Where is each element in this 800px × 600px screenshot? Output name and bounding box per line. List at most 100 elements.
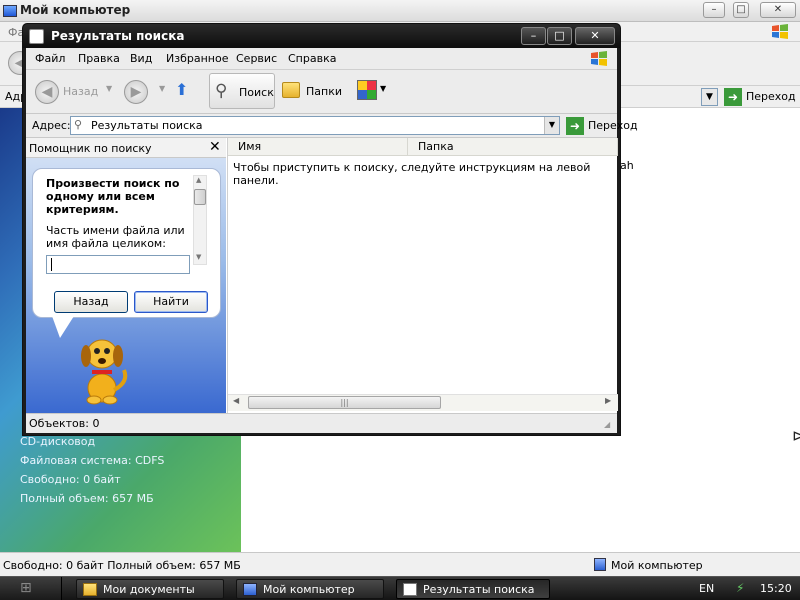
magnifier-icon: ⚲ <box>215 81 228 101</box>
window-title: Результаты поиска <box>51 29 185 43</box>
menu-tools[interactable]: Сервис <box>236 52 277 65</box>
maximize-button[interactable]: □ <box>547 27 572 45</box>
filename-input[interactable] <box>46 255 190 274</box>
address-bar: Адрес: ⚲ Результаты поиска ▼ ➜ Переход <box>26 114 638 138</box>
menu-help[interactable]: Справка <box>288 52 336 65</box>
address-dropdown-icon[interactable]: ▼ <box>544 117 559 134</box>
pane-title: Помощник по поиску <box>29 142 152 155</box>
bg-status-location: Мой компьютер <box>611 559 703 572</box>
bg-status-text: Свободно: 0 байт Полный объем: 657 МБ <box>3 559 241 572</box>
pane-back-label: Назад <box>73 295 109 308</box>
drive-total: Полный объем: 657 МБ <box>20 492 154 505</box>
go-button-label[interactable]: Переход <box>588 119 638 132</box>
bg-close-button[interactable]: ✕ <box>760 2 796 18</box>
horizontal-scroll-thumb[interactable]: ||| <box>248 396 441 409</box>
computer-small-icon <box>594 558 606 571</box>
search-dog-icon[interactable] <box>74 330 134 406</box>
find-button[interactable]: Найти <box>134 291 208 313</box>
windows-flag-icon <box>772 24 788 39</box>
forward-dropdown-icon[interactable]: ▼ <box>159 84 165 93</box>
taskbar-search-results[interactable]: Результаты поиска <box>396 579 550 599</box>
empty-results-message: Чтобы приступить к поиску, следуйте инст… <box>233 161 591 187</box>
back-dropdown-icon[interactable]: ▼ <box>106 84 112 93</box>
pane-back-button[interactable]: Назад <box>54 291 128 313</box>
bg-maximize-button[interactable]: □ <box>733 2 749 18</box>
column-header-folder-label: Папка <box>418 140 454 153</box>
taskbar: ⊞ Мои документы Мой компьютер Результаты… <box>0 576 800 600</box>
start-button[interactable]: ⊞ <box>0 577 62 600</box>
column-header-folder[interactable]: Папка <box>408 138 618 156</box>
bg-go-arrow-icon[interactable]: ➜ <box>724 88 742 106</box>
background-statusbar: Свободно: 0 байт Полный объем: 657 МБ Мо… <box>0 552 800 576</box>
address-label: Адрес: <box>32 119 71 132</box>
bg-go-label[interactable]: Переход <box>746 90 796 103</box>
menu-edit[interactable]: Правка <box>78 52 120 65</box>
up-folder-icon[interactable]: ⬆ <box>175 80 195 102</box>
network-tray-icon[interactable]: ⚡ <box>736 581 744 595</box>
forward-arrow-icon[interactable]: ▶ <box>124 80 148 104</box>
search-results-window: Результаты поиска – □ ✕ Файл Правка Вид … <box>22 23 638 436</box>
bubble-tail <box>52 316 74 338</box>
find-button-label: Найти <box>153 295 189 308</box>
scroll-left-icon[interactable]: ◀ <box>233 396 239 405</box>
clock[interactable]: 15:20 <box>760 582 792 595</box>
taskbar-my-documents-label: Мои документы <box>103 583 195 596</box>
scroll-down-icon[interactable]: ▼ <box>196 253 201 261</box>
bg-address-dropdown[interactable]: ▼ <box>701 88 718 106</box>
menu-view[interactable]: Вид <box>130 52 152 65</box>
scroll-thumb[interactable] <box>194 189 206 205</box>
filename-field-label: Часть имени файла или имя файла целиком: <box>46 224 185 250</box>
back-button-label[interactable]: Назад <box>63 85 98 98</box>
column-header-name-label: Имя <box>238 140 262 153</box>
toolbar: ◀ Назад ▼ ▶ ▼ ⬆ ⚲ Поиск Папки ▼ <box>26 70 617 114</box>
views-dropdown-icon[interactable]: ▼ <box>380 84 386 93</box>
search-small-icon: ⚲ <box>74 118 83 131</box>
resize-grip-icon[interactable]: ◢ <box>604 420 610 429</box>
search-button-label: Поиск <box>239 86 274 99</box>
results-list: Имя Папка Чтобы приступить к поиску, сле… <box>227 138 618 413</box>
address-field[interactable]: ⚲ Результаты поиска ▼ <box>70 116 560 135</box>
search-window-icon <box>29 29 44 44</box>
drive-filesystem: Файловая система: CDFS <box>20 454 165 467</box>
start-flag-icon: ⊞ <box>20 580 32 596</box>
content-area: Помощник по поиску ✕ Произвести поиск по… <box>26 138 618 413</box>
search-bubble: Произвести поиск по одному или всем крит… <box>32 168 221 318</box>
close-button[interactable]: ✕ <box>575 27 615 45</box>
bg-minimize-button[interactable]: – <box>703 2 725 18</box>
drive-details: CD-дисковод Файловая система: CDFS Свобо… <box>20 432 164 508</box>
taskbar-search-results-label: Результаты поиска <box>423 583 535 596</box>
views-icon[interactable] <box>357 80 377 100</box>
text-caret <box>51 258 52 271</box>
taskbar-my-computer[interactable]: Мой компьютер <box>236 579 384 599</box>
menu-favorites[interactable]: Избранное <box>166 52 228 65</box>
language-indicator[interactable]: EN <box>699 582 714 595</box>
close-pane-icon[interactable]: ✕ <box>209 139 221 155</box>
scroll-up-icon[interactable]: ▲ <box>196 176 201 184</box>
object-count: Объектов: 0 <box>29 417 100 430</box>
folders-icon[interactable] <box>282 82 300 98</box>
background-window-title: Мой компьютер <box>20 3 131 17</box>
go-arrow-icon[interactable]: ➜ <box>566 117 584 135</box>
minimize-button[interactable]: – <box>521 27 546 45</box>
search-button[interactable]: ⚲ Поиск <box>209 73 275 109</box>
statusbar: Объектов: 0 ◢ <box>26 413 617 433</box>
pane-scrollbar[interactable]: ▲ ▼ <box>193 175 207 265</box>
menu-file[interactable]: Файл <box>35 52 65 65</box>
windows-flag-icon <box>591 51 607 66</box>
back-arrow-icon[interactable]: ◀ <box>35 80 59 104</box>
bg-partial-text: ah <box>620 159 634 172</box>
window-titlebar[interactable]: Результаты поиска – □ ✕ <box>23 24 620 48</box>
column-header-name[interactable]: Имя <box>228 138 408 156</box>
background-titlebar[interactable]: Мой компьютер – □ ✕ <box>0 0 800 22</box>
search-heading: Произвести поиск по одному или всем крит… <box>46 177 180 216</box>
scroll-right-icon[interactable]: ▶ <box>605 396 611 405</box>
pane-header: Помощник по поиску ✕ <box>26 138 226 158</box>
drive-free: Свободно: 0 байт <box>20 473 121 486</box>
search-companion-pane: Помощник по поиску ✕ Произвести поиск по… <box>26 138 226 413</box>
folder-icon <box>83 583 97 596</box>
horizontal-scrollbar[interactable]: ◀ ||| ▶ <box>228 394 618 411</box>
taskbar-my-documents[interactable]: Мои документы <box>76 579 224 599</box>
taskbar-my-computer-label: Мой компьютер <box>263 583 355 596</box>
folders-button-label[interactable]: Папки <box>306 85 342 98</box>
mouse-cursor-icon: ⊳ <box>792 426 800 445</box>
